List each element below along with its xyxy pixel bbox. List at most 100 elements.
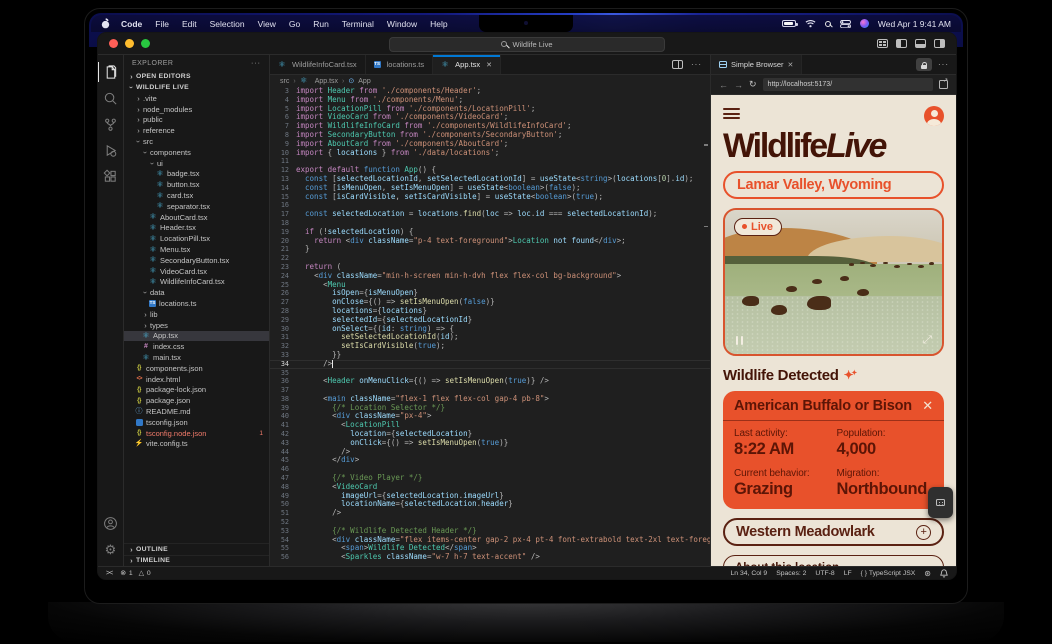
settings-gear-icon[interactable]: ⚙ (98, 536, 124, 562)
wifi-icon[interactable] (805, 19, 816, 28)
tree-item-index.css[interactable]: #index.css (124, 341, 269, 352)
tree-item-vite.config.ts[interactable]: ⚡vite.config.ts (124, 439, 269, 450)
menubar-item-view[interactable]: View (258, 19, 276, 29)
live-video-card[interactable]: Live ⤢ (723, 208, 944, 356)
tree-item-LocationPill.tsx[interactable]: ⚛LocationPill.tsx (124, 233, 269, 244)
status-item-lf[interactable]: LF (844, 570, 852, 577)
tab-WildlifeInfoCard.tsx[interactable]: ⚛WildlifeInfoCard.tsx (270, 55, 366, 74)
open-external-icon[interactable] (939, 80, 948, 89)
siri-icon[interactable] (860, 19, 869, 28)
close-icon[interactable]: ✕ (922, 398, 933, 414)
spotlight-search-icon[interactable] (825, 21, 831, 27)
tree-item-types[interactable]: ›types (124, 320, 269, 331)
problems-indicator[interactable]: ⊗1 △0 (120, 569, 151, 577)
workspace-root-section[interactable]: ›WILDLIFE LIVE (124, 82, 269, 93)
code-line-21[interactable]: 21 } (270, 245, 710, 254)
tree-item-locations.ts[interactable]: TSlocations.ts (124, 298, 269, 309)
tree-item-main.tsx[interactable]: ⚛main.tsx (124, 352, 269, 363)
timeline-section[interactable]: ›TIMELINE (124, 555, 269, 567)
status-item-utf-8[interactable]: UTF-8 (815, 570, 834, 577)
tree-item-Header.tsx[interactable]: ⚛Header.tsx (124, 223, 269, 234)
apple-menu-icon[interactable] (101, 18, 110, 29)
extensions-icon[interactable] (98, 163, 124, 189)
tab-locations.ts[interactable]: TSlocations.ts (366, 55, 434, 74)
tree-item-AboutCard.tsx[interactable]: ⚛AboutCard.tsx (124, 212, 269, 223)
tree-item-components.json[interactable]: {}components.json (124, 363, 269, 374)
menubar-item-run[interactable]: Run (313, 19, 329, 29)
copilot-icon[interactable]: ⊛ (924, 569, 931, 578)
explorer-icon[interactable] (98, 59, 124, 85)
customize-layout-icon[interactable] (877, 39, 888, 48)
lock-icon[interactable] (916, 58, 932, 71)
pause-button[interactable] (736, 336, 743, 345)
tab-App.tsx[interactable]: ⚛App.tsx✕ (433, 55, 501, 74)
status-item-----typescript-jsx[interactable]: { } TypeScript JSX (861, 570, 916, 577)
close-icon[interactable]: ✕ (486, 61, 492, 69)
code-line-34[interactable]: 34 /> (270, 360, 710, 369)
tree-item-VideoCard.tsx[interactable]: ⚛VideoCard.tsx (124, 266, 269, 277)
tree-item-badge.tsx[interactable]: ⚛badge.tsx (124, 169, 269, 180)
code-line-36[interactable]: 36 <Header onMenuClick={() => setIsMenuO… (270, 377, 710, 386)
code-line-56[interactable]: 56 <Sparkles className="w-7 h-7 text-acc… (270, 553, 710, 562)
source-control-icon[interactable] (98, 111, 124, 137)
close-icon[interactable]: ✕ (788, 61, 794, 69)
minimize-window-button[interactable] (125, 39, 134, 48)
code-line-20[interactable]: 20 return <div className="p-4 text-foreg… (270, 237, 710, 246)
toggle-panel-icon[interactable] (915, 39, 926, 48)
menubar-item-go[interactable]: Go (289, 19, 300, 29)
code-line-33[interactable]: 33 }} (270, 351, 710, 360)
avatar[interactable] (924, 106, 944, 126)
control-center-icon[interactable] (840, 20, 851, 28)
tree-item-index.html[interactable]: <>index.html (124, 374, 269, 385)
tree-item-card.tsx[interactable]: ⚛card.tsx (124, 190, 269, 201)
menubar-item-code[interactable]: Code (121, 19, 142, 29)
browser-back-icon[interactable]: ← (719, 80, 728, 90)
editor-more-actions-icon[interactable]: ··· (691, 60, 702, 69)
location-pill[interactable]: Lamar Valley, Wyoming (723, 171, 944, 199)
browser-forward-icon[interactable]: → (734, 80, 743, 90)
run-debug-icon[interactable] (98, 137, 124, 163)
menubar-item-help[interactable]: Help (430, 19, 447, 29)
tree-item-node_modules[interactable]: ›node_modules (124, 104, 269, 115)
tree-item-button.tsx[interactable]: ⚛button.tsx (124, 179, 269, 190)
tree-item-public[interactable]: ›public (124, 115, 269, 126)
close-window-button[interactable] (109, 39, 118, 48)
tree-item-WildlifeInfoCard.tsx[interactable]: ⚛WildlifeInfoCard.tsx (124, 277, 269, 288)
tree-item-App.tsx[interactable]: ⚛App.tsx (124, 331, 269, 342)
menubar-item-file[interactable]: File (155, 19, 169, 29)
explorer-more-actions-icon[interactable]: ··· (251, 60, 261, 67)
remote-indicator-icon[interactable]: >< (106, 570, 112, 577)
tree-item-Menu.tsx[interactable]: ⚛Menu.tsx (124, 244, 269, 255)
code-line-15[interactable]: 15 const [isCardVisible, setIsCardVisibl… (270, 193, 710, 202)
open-editors-section[interactable]: ›OPEN EDITORS (124, 71, 269, 82)
breadcrumb-item-App.tsx[interactable]: App.tsx (315, 78, 338, 85)
tree-item-README.md[interactable]: ⓘREADME.md (124, 406, 269, 417)
tree-item-SecondaryButton.tsx[interactable]: ⚛SecondaryButton.tsx (124, 255, 269, 266)
code-line-45[interactable]: 45 </div> (270, 456, 710, 465)
menubar-item-selection[interactable]: Selection (210, 19, 245, 29)
tree-item-package-lock.json[interactable]: {}package-lock.json (124, 385, 269, 396)
search-icon[interactable] (98, 85, 124, 111)
tree-item-separator.tsx[interactable]: ⚛separator.tsx (124, 201, 269, 212)
notifications-bell-icon[interactable] (940, 569, 948, 578)
breadcrumb-item-src[interactable]: src (280, 78, 289, 85)
zoom-window-button[interactable] (141, 39, 150, 48)
code-line-10[interactable]: 10import { locations } from './data/loca… (270, 149, 710, 158)
tree-item-components[interactable]: ›components (124, 147, 269, 158)
status-item-ln-34--col-9[interactable]: Ln 34, Col 9 (731, 570, 768, 577)
panel-more-actions-icon[interactable]: ··· (938, 60, 949, 69)
outline-section[interactable]: ›OUTLINE (124, 543, 269, 555)
code-line-17[interactable]: 17 const selectedLocation = locations.fi… (270, 210, 710, 219)
split-editor-icon[interactable] (672, 60, 683, 69)
tree-item-ui[interactable]: ›ui (124, 158, 269, 169)
status-item-spaces--2[interactable]: Spaces: 2 (776, 570, 806, 577)
tree-item-package.json[interactable]: {}package.json (124, 395, 269, 406)
menubar-item-terminal[interactable]: Terminal (342, 19, 374, 29)
browser-reload-icon[interactable]: ↻ (749, 79, 757, 90)
western-meadowlark-pill[interactable]: Western Meadowlark + (723, 518, 944, 546)
tree-item-lib[interactable]: ›lib (124, 309, 269, 320)
breadcrumb-item-App[interactable]: App (358, 78, 370, 85)
toggle-secondary-sidebar-icon[interactable] (934, 39, 945, 48)
tree-item-tsconfig.node.json[interactable]: {}tsconfig.node.json1 (124, 428, 269, 439)
menubar-item-window[interactable]: Window (387, 19, 417, 29)
